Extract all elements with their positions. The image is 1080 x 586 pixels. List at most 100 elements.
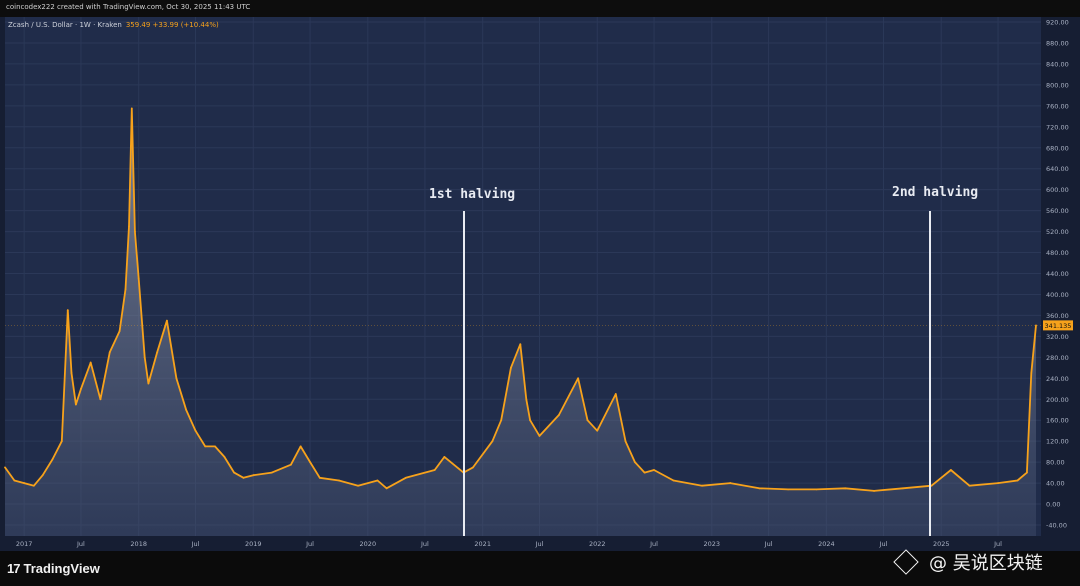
symbol-title: Zcash / U.S. Dollar · 1W · Kraken [8, 21, 122, 29]
x-tick-label: 2024 [818, 540, 835, 548]
x-tick-label: Jul [420, 540, 429, 548]
data-point [653, 469, 655, 471]
y-tick-label: 720.00 [1046, 123, 1069, 131]
y-tick-label: 120.00 [1046, 438, 1069, 446]
data-point [124, 288, 127, 291]
data-point [309, 461, 311, 464]
y-tick-label: 280.00 [1046, 354, 1069, 362]
data-point [130, 107, 133, 110]
data-point [525, 398, 528, 401]
data-point [60, 440, 63, 443]
data-point [729, 482, 732, 484]
x-tick-label: 2025 [933, 540, 950, 548]
data-point [538, 435, 541, 437]
x-tick-label: Jul [993, 540, 1002, 548]
data-point [787, 488, 789, 491]
data-point [99, 398, 102, 401]
x-tick-label: 2018 [130, 540, 147, 548]
x-tick-label: Jul [305, 540, 314, 548]
data-point [357, 484, 359, 487]
data-point [1035, 324, 1037, 327]
data-point [443, 455, 446, 458]
first-halving-label: 1st halving [429, 187, 516, 202]
y-tick-label: 80.00 [1046, 459, 1065, 467]
y-tick-label: 440.00 [1046, 270, 1069, 278]
data-point [672, 479, 675, 482]
data-point [194, 429, 197, 432]
price-chart[interactable]: 920.00 880.00 840.00 800.00 760.00 720.00 680.… [0, 0, 1080, 586]
data-point [1016, 479, 1019, 482]
data-point [1025, 471, 1028, 474]
y-tick-label: 200.00 [1046, 396, 1069, 404]
data-point [143, 356, 146, 359]
y-tick-label: 680.00 [1046, 144, 1069, 152]
y-tick-label: 520.00 [1046, 228, 1069, 236]
data-point [242, 476, 245, 479]
data-point [41, 474, 44, 477]
y-tick-label: -40.00 [1046, 522, 1067, 530]
y-tick-label: 560.00 [1046, 207, 1069, 215]
x-tick-label: 2019 [245, 540, 262, 548]
data-point [701, 484, 703, 487]
data-point [376, 479, 379, 482]
last-price-label: 341.135 [1045, 322, 1072, 330]
data-point [23, 482, 26, 484]
y-tick-label: 320.00 [1046, 333, 1069, 341]
data-point [643, 471, 646, 474]
data-point [968, 484, 971, 487]
y-tick-label: 40.00 [1046, 480, 1065, 488]
data-point [500, 419, 503, 422]
symbol-legend: Zcash / U.S. Dollar · 1W · Kraken 359.49 … [8, 21, 219, 29]
first-halving-marker [463, 211, 465, 536]
data-point [175, 377, 178, 380]
data-point [338, 479, 340, 482]
second-halving-marker [929, 211, 931, 536]
x-tick-label: 2021 [474, 540, 491, 548]
tradingview-logo[interactable]: 17 TradingView [7, 561, 100, 576]
x-tick-label: Jul [764, 540, 773, 548]
data-point [596, 429, 599, 432]
data-point [185, 408, 187, 411]
x-tick-label: Jul [535, 540, 544, 548]
data-point [156, 351, 159, 353]
y-tick-label: 480.00 [1046, 249, 1069, 257]
y-tick-label: 360.00 [1046, 312, 1069, 320]
data-point [873, 490, 875, 492]
data-point [233, 471, 236, 474]
data-point [137, 277, 140, 280]
y-tick-label: 800.00 [1046, 81, 1069, 89]
data-point [66, 309, 69, 312]
data-point [472, 466, 474, 469]
x-tick-label: 2022 [589, 540, 606, 548]
y-tick-label: 240.00 [1046, 375, 1069, 383]
data-point [270, 471, 273, 474]
x-tick-label: Jul [76, 540, 85, 548]
tradingview-mark-icon: 17 [7, 561, 21, 576]
y-tick-label: 600.00 [1046, 186, 1069, 194]
x-tick-label: 2017 [16, 540, 33, 548]
data-point [950, 469, 952, 471]
data-point [32, 484, 35, 487]
data-point [108, 351, 111, 353]
y-tick-label: 640.00 [1046, 165, 1069, 173]
data-point [844, 487, 847, 490]
x-tick-label: 2023 [704, 540, 721, 548]
y-tick-label: 760.00 [1046, 102, 1069, 110]
data-point [4, 466, 6, 469]
data-point [290, 463, 292, 466]
data-point [404, 476, 407, 479]
second-halving-label: 2nd halving [892, 185, 979, 200]
data-point [252, 474, 255, 477]
x-tick-label: 2020 [360, 540, 377, 548]
y-tick-label: 880.00 [1046, 39, 1069, 47]
left-edge [0, 17, 5, 536]
data-point [1030, 372, 1033, 374]
data-point [118, 330, 121, 333]
data-point [299, 445, 302, 448]
y-tick-label: 0.00 [1046, 501, 1060, 509]
data-point [51, 458, 54, 461]
data-point [510, 366, 512, 369]
y-tick-label: 840.00 [1046, 60, 1069, 68]
tradingview-brand: TradingView [23, 561, 100, 576]
y-tick-label: 160.00 [1046, 417, 1069, 425]
